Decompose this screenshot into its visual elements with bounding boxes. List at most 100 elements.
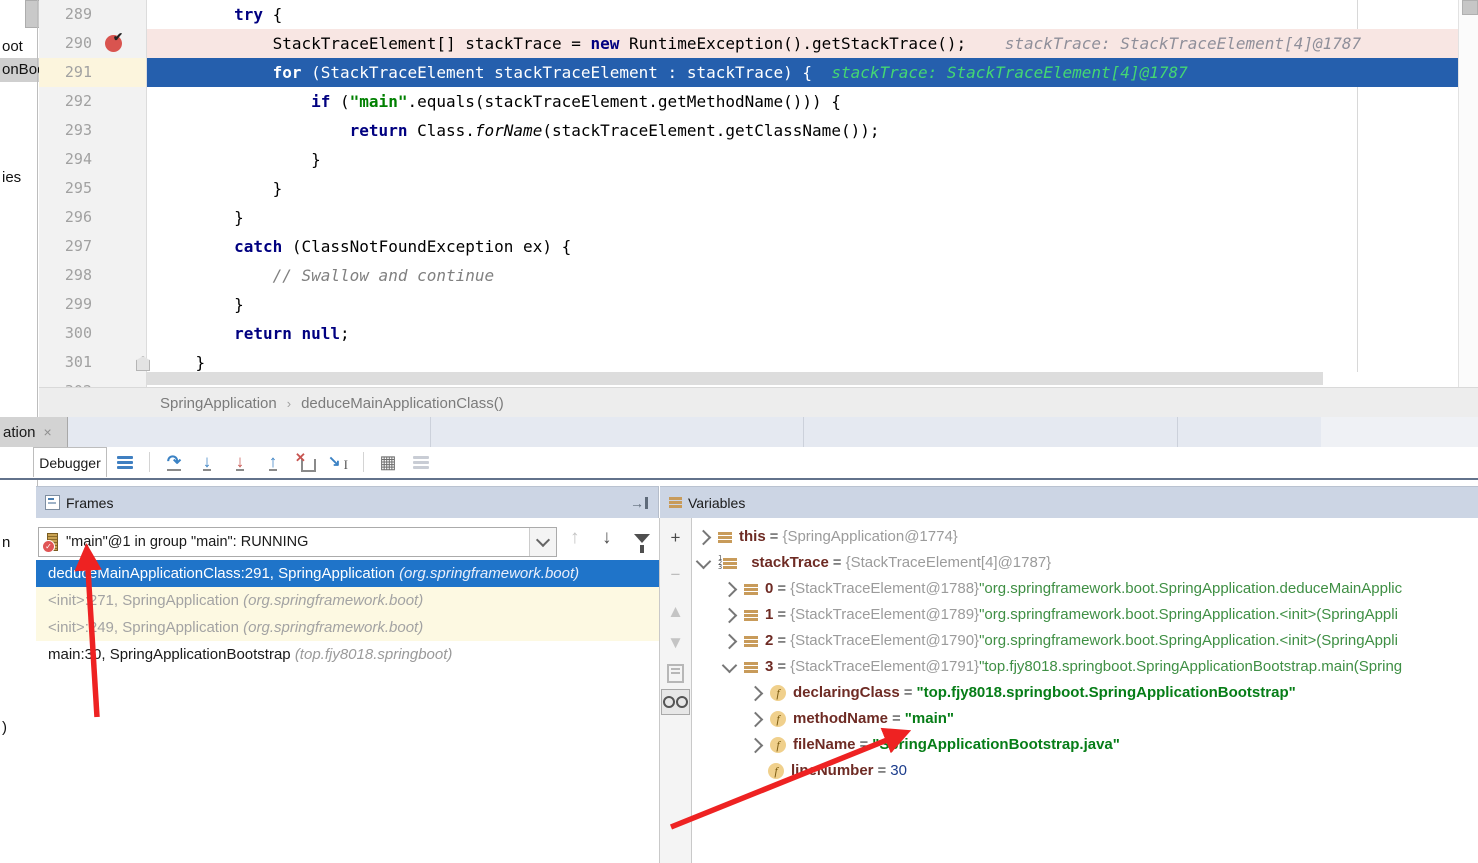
move-up-icon[interactable]: ▲ xyxy=(660,600,691,624)
line-number: 297 xyxy=(39,232,92,261)
tree-chevron-icon[interactable] xyxy=(722,633,738,649)
add-watch-icon[interactable]: + xyxy=(660,526,691,550)
object-icon xyxy=(744,635,758,648)
code-line[interactable]: } xyxy=(147,290,244,319)
tree-chevron-icon[interactable] xyxy=(748,711,764,727)
breadcrumb-class[interactable]: SpringApplication xyxy=(160,395,277,412)
frames-panel-header: Frames → xyxy=(36,486,659,518)
tab-debugger[interactable]: Debugger xyxy=(33,447,107,477)
code-line[interactable]: return null; xyxy=(147,319,350,348)
variable-row[interactable]: 3={StackTraceElement@1791} "top.fjy8018.… xyxy=(692,654,1478,680)
previous-frame-icon[interactable]: ↑ xyxy=(570,527,580,549)
variable-name: 1 xyxy=(765,602,773,628)
next-frame-icon[interactable]: ↓ xyxy=(602,527,612,549)
frames-header-label: Frames xyxy=(66,495,113,511)
code-line[interactable]: // Swallow and continue xyxy=(147,261,494,290)
line-number: 300 xyxy=(39,319,92,348)
hide-panel-icon[interactable]: → xyxy=(630,497,648,509)
project-tree-item-fragment[interactable]: n xyxy=(2,534,10,551)
tree-chevron-icon[interactable] xyxy=(722,581,738,597)
variable-row[interactable]: 1={StackTraceElement@1789} "org.springfr… xyxy=(692,602,1478,628)
run-config-tab[interactable]: ation × xyxy=(0,417,68,447)
variable-row[interactable]: ffileName="SpringApplicationBootstrap.ja… xyxy=(692,732,1478,758)
stack-frame-row[interactable]: <init>:249, SpringApplication (org.sprin… xyxy=(36,614,659,641)
tree-chevron-icon[interactable] xyxy=(722,658,738,674)
evaluate-expression-icon[interactable]: ▦ xyxy=(376,450,400,474)
step-out-icon[interactable]: ↑ xyxy=(261,450,285,474)
line-number: 299 xyxy=(39,290,92,319)
field-icon: f xyxy=(770,711,786,727)
stack-frame-row[interactable]: deduceMainApplicationClass:291, SpringAp… xyxy=(36,560,659,587)
variables-panel-header: Variables xyxy=(660,486,1478,518)
step-into-icon[interactable]: ↓ xyxy=(195,450,219,474)
breadcrumb-separator-icon: › xyxy=(287,396,291,411)
variable-row[interactable]: fmethodName="main" xyxy=(692,706,1478,732)
code-line[interactable]: StackTraceElement[] stackTrace = new Run… xyxy=(147,29,1361,58)
code-line[interactable]: if ("main".equals(stackTraceElement.getM… xyxy=(147,87,841,116)
tree-chevron-icon[interactable] xyxy=(748,685,764,701)
variables-header-label: Variables xyxy=(688,495,745,511)
debug-step-toolbar: ↷ ↓ ↓ ↑ ✕ ↘I ▦ xyxy=(113,447,433,477)
variable-name: 3 xyxy=(765,654,773,680)
field-icon: f xyxy=(770,685,786,701)
stack-frame-row[interactable]: <init>:271, SpringApplication (org.sprin… xyxy=(36,587,659,614)
remove-watch-icon[interactable]: − xyxy=(660,563,691,587)
breadcrumb-method[interactable]: deduceMainApplicationClass() xyxy=(301,395,504,412)
variable-value: "org.springframework.boot.SpringApplicat… xyxy=(979,576,1402,602)
variable-row[interactable]: fdeclaringClass="top.fjy8018.springboot.… xyxy=(692,680,1478,706)
code-line[interactable]: for (StackTraceElement stackTraceElement… xyxy=(147,58,1188,87)
code-line[interactable]: } xyxy=(147,203,244,232)
object-icon xyxy=(744,609,758,622)
tabstrip-empty-area xyxy=(1321,417,1478,447)
field-icon: f xyxy=(770,737,786,753)
object-icon xyxy=(718,531,732,544)
variable-row[interactable]: 0={StackTraceElement@1788} "org.springfr… xyxy=(692,576,1478,602)
editor-vscrollbar-thumb[interactable] xyxy=(1462,0,1478,15)
run-to-cursor-icon[interactable]: ↘I xyxy=(327,450,351,474)
tree-chevron-icon[interactable] xyxy=(722,607,738,623)
toolbar-separator xyxy=(363,452,364,472)
duplicate-icon[interactable] xyxy=(660,661,691,685)
step-over-icon[interactable]: ↷ xyxy=(162,450,186,474)
force-step-into-icon[interactable]: ↓ xyxy=(228,450,252,474)
layout-settings-icon[interactable] xyxy=(409,450,433,474)
variable-row[interactable]: 123stackTrace={StackTraceElement[4]@1787… xyxy=(692,550,1478,576)
variable-name: lineNumber xyxy=(791,758,874,784)
array-icon: 123 xyxy=(718,556,744,570)
variable-row[interactable]: 2={StackTraceElement@1790} "org.springfr… xyxy=(692,628,1478,654)
variable-row[interactable]: this={SpringApplication@1774} xyxy=(692,524,1478,550)
tree-chevron-icon[interactable] xyxy=(696,529,712,545)
variable-row[interactable]: flineNumber=30 xyxy=(692,758,1478,784)
code-line[interactable]: catch (ClassNotFoundException ex) { xyxy=(147,232,571,261)
variable-value: {StackTraceElement@1788} xyxy=(790,576,979,602)
line-number: 301 xyxy=(39,348,92,377)
move-down-icon[interactable]: ▼ xyxy=(660,631,691,655)
variable-value: {StackTraceElement[4]@1787} xyxy=(846,550,1052,576)
code-line[interactable]: return Class.forName(stackTraceElement.g… xyxy=(147,116,879,145)
line-number: 294 xyxy=(39,145,92,174)
tree-chevron-icon[interactable] xyxy=(748,737,764,753)
tree-chevron-icon[interactable] xyxy=(696,554,712,570)
thread-selector-value: "main"@1 in group "main": RUNNING xyxy=(66,534,308,550)
project-tree-item-fragment[interactable]: oot xyxy=(2,38,23,55)
editor-hscrollbar-thumb[interactable] xyxy=(147,372,1323,385)
close-icon[interactable]: × xyxy=(44,424,52,440)
code-line[interactable]: } xyxy=(147,145,321,174)
project-tree-item-fragment[interactable]: ) xyxy=(2,719,7,736)
drop-frame-icon[interactable]: ✕ xyxy=(294,450,318,474)
line-number: 293 xyxy=(39,116,92,145)
editor-vscrollbar[interactable] xyxy=(1458,0,1478,387)
project-tree-item-fragment[interactable]: ies xyxy=(2,169,21,186)
dropdown-chevron-icon[interactable] xyxy=(529,528,556,556)
variable-name: 2 xyxy=(765,628,773,654)
threads-menu-icon[interactable] xyxy=(113,450,137,474)
variable-name: declaringClass xyxy=(793,680,900,706)
show-watches-icon[interactable] xyxy=(660,690,691,714)
thread-selector-dropdown[interactable]: ✓ "main"@1 in group "main": RUNNING xyxy=(38,527,557,557)
variable-name: fileName xyxy=(793,732,856,758)
stack-frame-row[interactable]: main:30, SpringApplicationBootstrap (top… xyxy=(36,641,659,668)
variables-panel: this={SpringApplication@1774}123stackTra… xyxy=(692,518,1478,863)
code-line[interactable]: } xyxy=(147,174,282,203)
code-line[interactable]: try { xyxy=(147,0,282,29)
variable-value: "org.springframework.boot.SpringApplicat… xyxy=(979,602,1398,628)
